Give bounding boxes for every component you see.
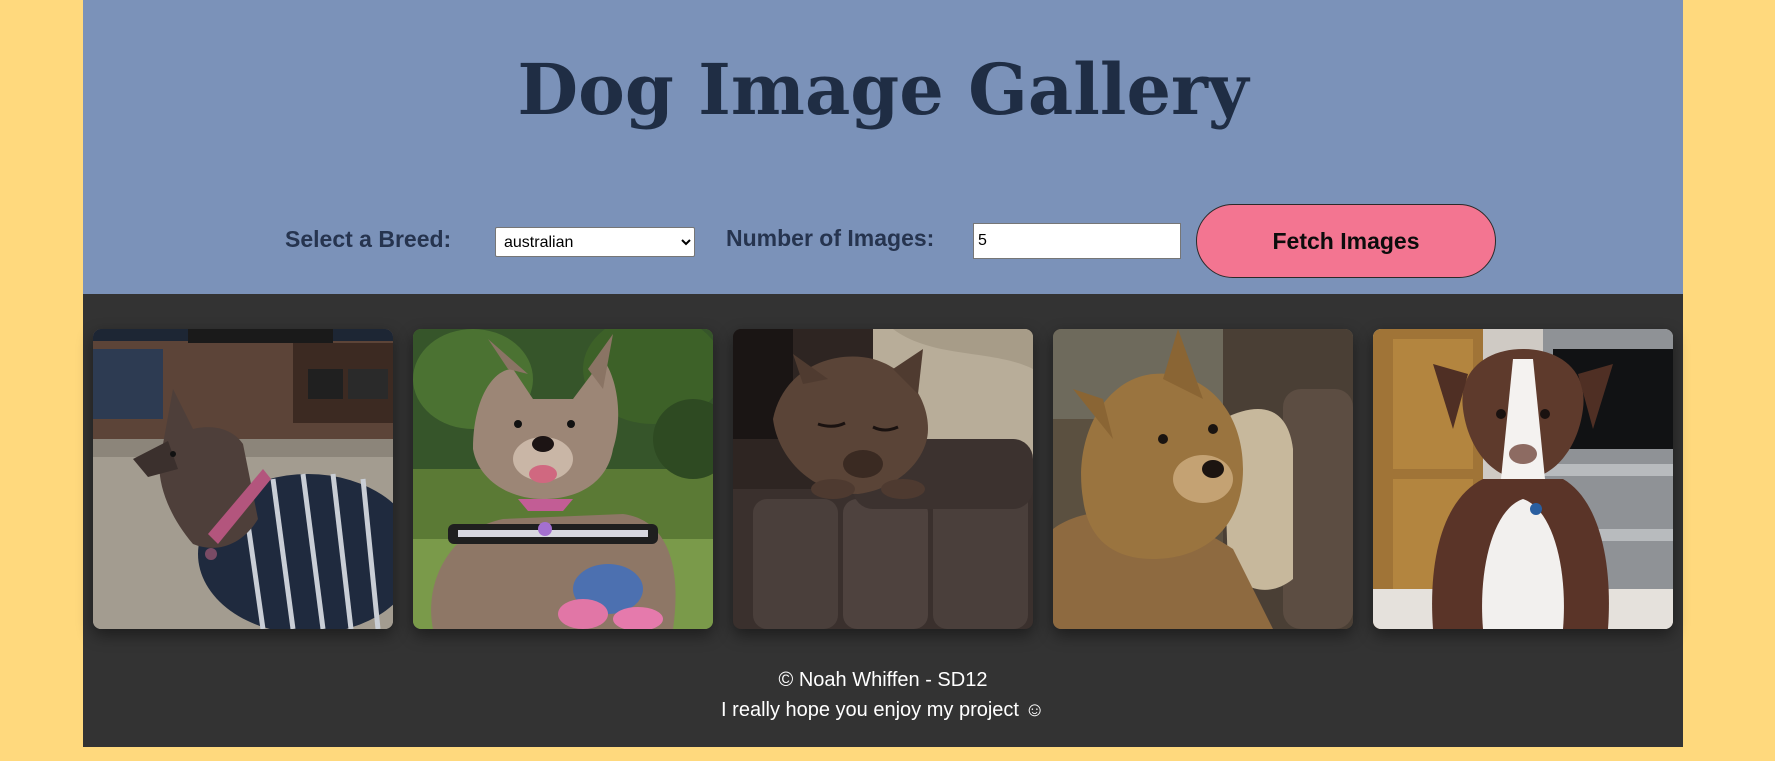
dog-image-card [93,329,393,629]
gallery-section: © Noah Whiffen - SD12 I really hope you … [83,294,1683,747]
page-title: Dog Image Gallery [517,48,1249,131]
dog-image [413,329,713,629]
dog-image [1053,329,1353,629]
dog-image [733,329,1033,629]
footer: © Noah Whiffen - SD12 I really hope you … [83,665,1683,725]
dog-image-card [733,329,1033,629]
header-section: Dog Image Gallery Select a Breed: austra… [83,0,1683,294]
dog-image-card [1053,329,1353,629]
breed-label: Select a Breed: [285,226,452,252]
copyright-text: © Noah Whiffen - SD12 [778,669,988,691]
dog-image-card [1373,329,1673,629]
image-count-input[interactable] [973,223,1181,259]
dog-image-card [413,329,713,629]
fetch-images-button[interactable]: Fetch Images [1196,204,1496,278]
breed-select[interactable]: australian [495,227,695,257]
dog-image [93,329,393,629]
footer-message: I really hope you enjoy my project ☺ [721,699,1045,721]
dog-image [1373,329,1673,629]
count-label: Number of Images: [726,225,935,251]
page-container: Dog Image Gallery Select a Breed: austra… [83,0,1683,747]
